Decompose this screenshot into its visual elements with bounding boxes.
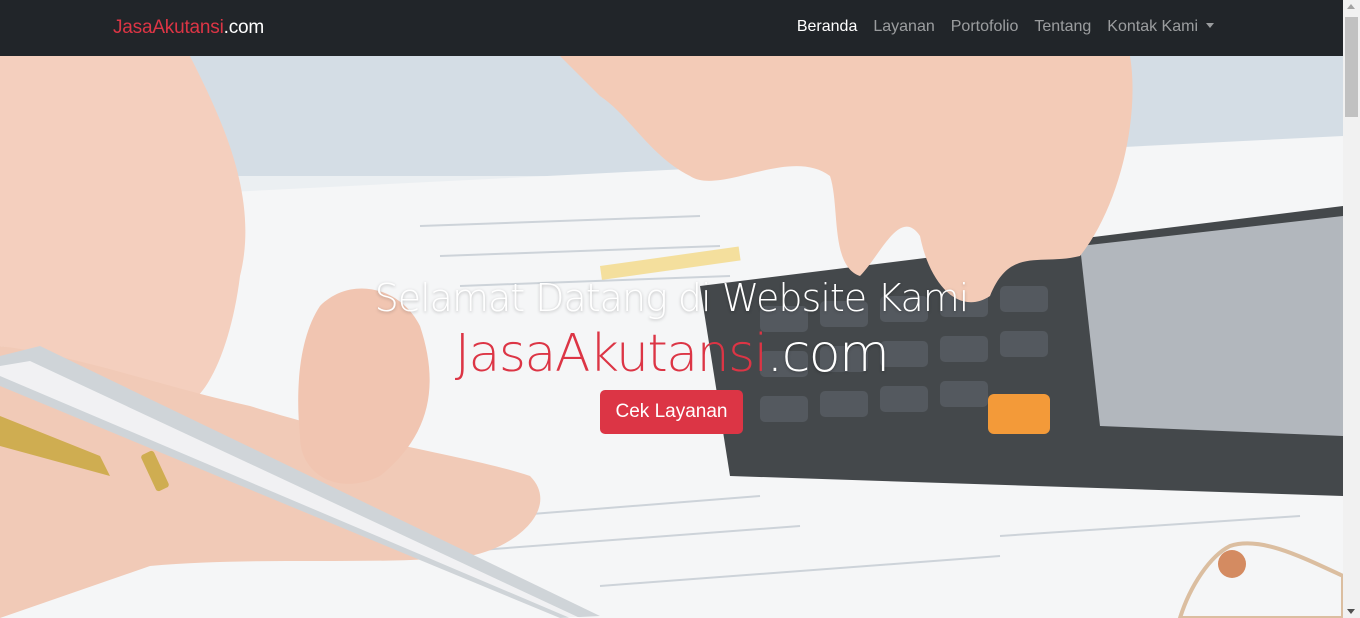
nav-link-tentang[interactable]: Tentang	[1026, 18, 1099, 36]
cek-layanan-button[interactable]: Cek Layanan	[599, 390, 744, 434]
page-scrollbar[interactable]	[1343, 0, 1360, 618]
brand-name-white: .com	[223, 17, 265, 38]
caret-down-icon	[1206, 23, 1214, 28]
brand-logo[interactable]: JasaAkutansi.com	[113, 17, 264, 39]
hero-subtitle: Selamat Datang di Website Kami	[374, 276, 970, 320]
hero-section: Selamat Datang di Website Kami JasaAkuta…	[0, 56, 1343, 618]
scrollbar-thumb[interactable]	[1345, 17, 1358, 117]
hero-content: Selamat Datang di Website Kami JasaAkuta…	[0, 276, 1343, 434]
top-navbar: JasaAkutansi.com Beranda Layanan Portofo…	[0, 0, 1343, 56]
nav-link-layanan[interactable]: Layanan	[865, 18, 942, 36]
nav-links: Beranda Layanan Portofolio Tentang Konta…	[789, 18, 1222, 36]
hero-title-white: .com	[766, 324, 890, 384]
brand-name-red: JasaAkutansi	[113, 17, 224, 38]
hero-title: JasaAkutansi.com	[0, 324, 1343, 384]
nav-link-portofolio[interactable]: Portofolio	[943, 18, 1027, 36]
hero-title-red: JasaAkutansi	[454, 324, 768, 384]
scroll-down-arrow-icon[interactable]	[1347, 609, 1355, 614]
scroll-up-arrow-icon[interactable]	[1347, 4, 1355, 9]
nav-dropdown-kontak-kami[interactable]: Kontak Kami	[1099, 18, 1222, 36]
nav-link-kontak-kami-label: Kontak Kami	[1107, 18, 1198, 35]
nav-link-beranda[interactable]: Beranda	[789, 18, 866, 36]
